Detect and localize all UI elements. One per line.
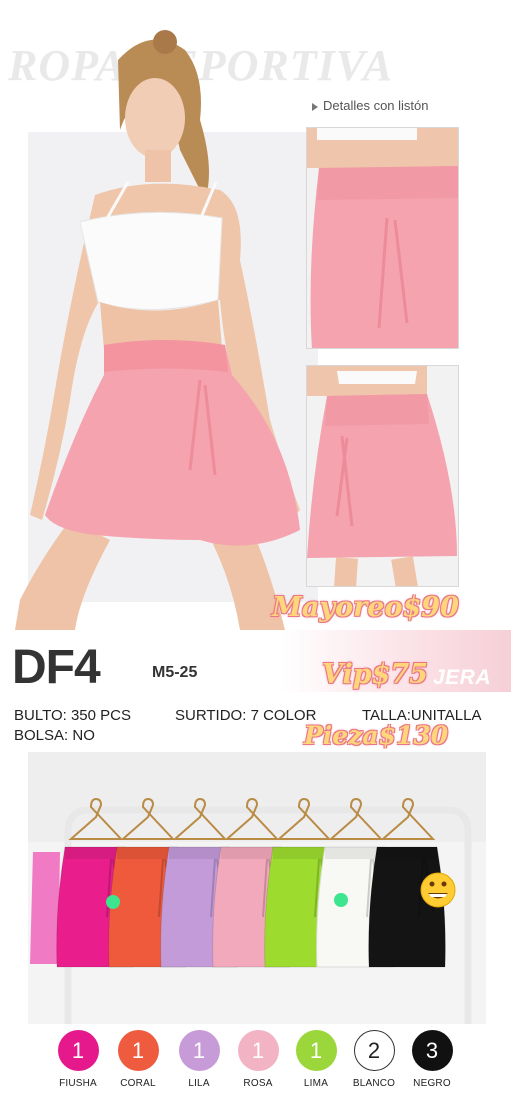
hero-photo-section: ROPA DEPORTIVA Detalles con listón Mayor… <box>0 0 511 630</box>
play-triangle-icon <box>312 102 318 111</box>
product-code: DF4 <box>12 641 101 694</box>
swatch-count-circle: 3 <box>411 1030 453 1071</box>
pieza-price: Pieza$130 <box>304 721 449 750</box>
swatch-count-circle: 2 <box>353 1030 395 1071</box>
detail-back-illustration <box>307 366 458 586</box>
green-dot-marker <box>106 895 120 909</box>
detail-photo-front <box>306 127 459 349</box>
color-swatch-blanco: 2 BLANCO <box>346 1030 402 1089</box>
fiusha-skirt-edge <box>30 852 60 964</box>
surtido-info: SURTIDO: 7 COLOR <box>175 707 317 724</box>
color-swatch-lila: 1 LILA <box>171 1030 227 1089</box>
bulto-info: BULTO: 350 PCS <box>14 707 131 724</box>
detail-photo-back <box>306 365 459 587</box>
swatch-color-name: NEGRO <box>413 1078 451 1089</box>
swatch-count-circle: 1 <box>295 1030 337 1071</box>
product-sizes: M5-25 <box>152 664 198 681</box>
color-swatch-row: 1 FIUSHA 1 CORAL 1 LILA 1 ROSA 1 LIMA 2 BLANCO 3 NEGR… <box>0 1028 511 1102</box>
swatch-color-name: ROSA <box>243 1078 273 1089</box>
swatch-count-circle: 1 <box>178 1030 220 1071</box>
green-dot-marker <box>334 893 348 907</box>
detail-front-illustration <box>307 128 458 348</box>
jera-label: JERA <box>433 666 492 689</box>
swatch-color-name: BLANCO <box>352 1078 396 1089</box>
swatch-color-name: CORAL <box>120 1078 156 1089</box>
color-swatch-negro: 3 NEGRO <box>404 1030 460 1089</box>
color-swatch-coral: 1 CORAL <box>110 1030 166 1089</box>
swatch-color-name: LIMA <box>303 1078 329 1089</box>
detail-caption: Detalles con listón <box>312 98 429 113</box>
mayoreo-price: Mayoreo$90 <box>272 592 459 623</box>
swatch-count-circle: 1 <box>117 1030 159 1071</box>
swatch-count-circle: 1 <box>237 1030 279 1071</box>
detail-caption-text: Detalles con listón <box>323 98 429 113</box>
color-swatch-lima: 1 LIMA <box>288 1030 344 1089</box>
clothing-rack-photo <box>28 752 486 1024</box>
bolsa-info: BOLSA: NO <box>14 727 95 744</box>
swatch-count-circle: 1 <box>57 1030 99 1071</box>
color-swatch-rosa: 1 ROSA <box>230 1030 286 1089</box>
vip-price: Vip$75 <box>322 659 428 690</box>
grinning-emoji-icon <box>420 872 456 908</box>
color-swatch-fiusha: 1 FIUSHA <box>50 1030 106 1089</box>
swatch-color-name: LILA <box>188 1078 210 1089</box>
rack-illustration <box>28 752 486 1024</box>
swatch-color-name: FIUSHA <box>59 1078 97 1089</box>
